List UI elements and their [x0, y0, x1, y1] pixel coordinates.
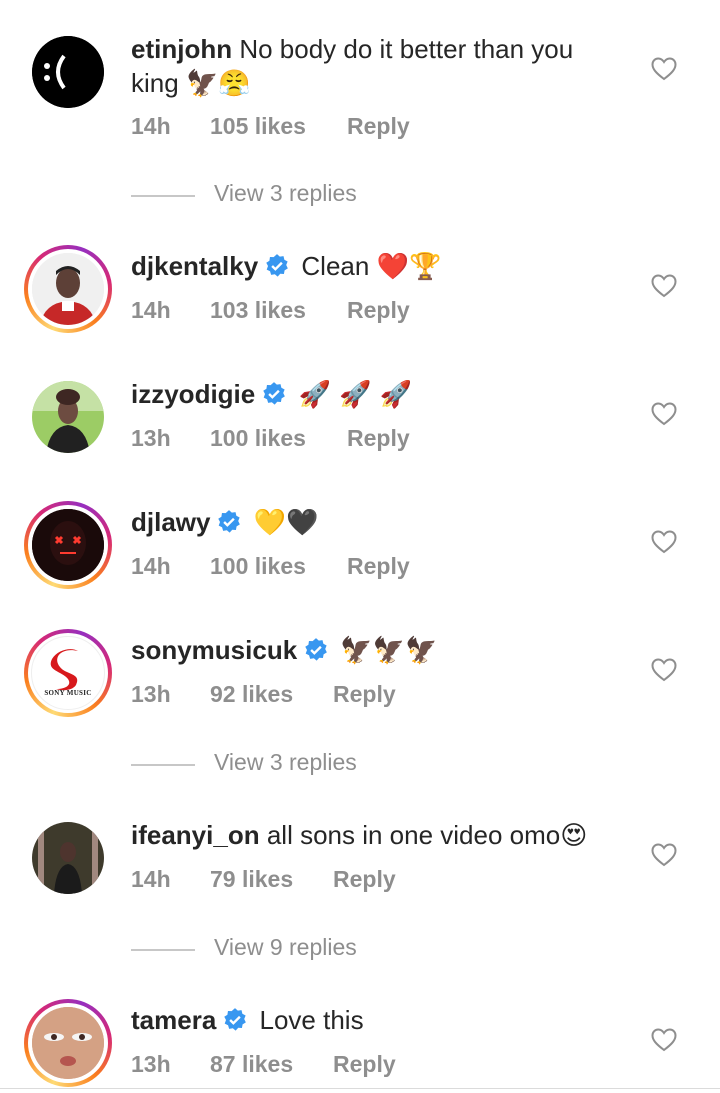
replies-divider [131, 195, 195, 197]
username[interactable]: ifeanyi_on [131, 820, 260, 850]
view-replies-label[interactable]: View 3 replies [214, 180, 357, 207]
verified-badge-icon [305, 638, 328, 661]
username[interactable]: djlawy [131, 507, 210, 537]
likes-count[interactable]: 92 likes [210, 681, 293, 708]
username[interactable]: sonymusicuk [131, 635, 297, 665]
view-replies-button[interactable]: View 3 replies [131, 747, 431, 781]
heart-icon[interactable] [651, 57, 677, 81]
avatar[interactable] [24, 999, 112, 1087]
likes-count[interactable]: 100 likes [210, 425, 306, 452]
avatar[interactable] [24, 28, 112, 116]
heart-icon[interactable] [651, 402, 677, 426]
reply-button[interactable]: Reply [347, 297, 410, 324]
comment-body: Clean [301, 251, 370, 281]
comment-text: etinjohn No body do it better than you k… [131, 32, 631, 101]
timestamp: 14h [131, 297, 171, 323]
likes-count[interactable]: 100 likes [210, 553, 306, 580]
avatar[interactable] [24, 373, 112, 461]
comment-emoji: 💛🖤 [253, 508, 319, 538]
likes-count[interactable]: 87 likes [210, 1051, 293, 1078]
person-avatar-icon [32, 381, 104, 453]
comment-emoji: 🦅🦅🦅 [340, 636, 438, 666]
avatar[interactable] [24, 814, 112, 902]
timestamp: 14h [131, 866, 171, 892]
bottom-divider [0, 1088, 720, 1089]
username[interactable]: tamera [131, 1005, 216, 1035]
person-avatar-icon [32, 822, 104, 894]
comment-body: all sons in one video omo [266, 820, 561, 850]
comment-text: ifeanyi_on all sons in one video omo😍 [131, 818, 651, 853]
username[interactable]: djkentalky [131, 251, 258, 281]
comment-text: tamera Love this [131, 1003, 631, 1037]
comment-emoji: 😍 [560, 821, 588, 851]
person-avatar-icon [32, 253, 104, 325]
likes-count[interactable]: 79 likes [210, 866, 293, 893]
avatar-image [32, 1007, 104, 1079]
avatar-image [32, 509, 104, 581]
view-replies-button[interactable]: View 9 replies [131, 932, 431, 966]
avatar[interactable] [24, 245, 112, 333]
username[interactable]: etinjohn [131, 34, 232, 64]
reply-button[interactable]: Reply [333, 1051, 396, 1078]
avatar-image [32, 36, 104, 108]
avatar-image: SONY MUSIC [31, 636, 105, 710]
username[interactable]: izzyodigie [131, 379, 255, 409]
view-replies-button[interactable]: View 3 replies [131, 178, 431, 212]
timestamp: 14h [131, 113, 171, 139]
comment-emoji: 🚀 🚀 🚀 [298, 380, 413, 410]
avatar-image [32, 822, 104, 894]
avatar[interactable] [24, 501, 112, 589]
sad-face-avatar-icon [32, 36, 104, 108]
view-replies-label[interactable]: View 9 replies [214, 934, 357, 961]
reply-button[interactable]: Reply [347, 425, 410, 452]
person-avatar-icon [32, 1007, 104, 1079]
view-replies-label[interactable]: View 3 replies [214, 749, 357, 776]
timestamp: 13h [131, 425, 171, 451]
comment-text: djlawy 💛🖤 [131, 505, 631, 540]
replies-divider [131, 949, 195, 951]
reply-button[interactable]: Reply [347, 553, 410, 580]
heart-icon[interactable] [651, 274, 677, 298]
heart-icon[interactable] [651, 843, 677, 867]
masked-person-avatar-icon [32, 509, 104, 581]
sony-music-logo-text: SONY MUSIC [44, 689, 92, 697]
verified-badge-icon [224, 1008, 247, 1031]
replies-divider [131, 764, 195, 766]
comment-emoji: ❤️🏆 [376, 252, 442, 282]
timestamp: 14h [131, 553, 171, 579]
verified-badge-icon [266, 254, 289, 277]
comment-text: djkentalky Clean ❤️🏆 [131, 249, 631, 284]
verified-badge-icon [263, 382, 286, 405]
story-ring: SONY MUSIC [24, 629, 112, 717]
story-ring [24, 245, 112, 333]
likes-count[interactable]: 105 likes [210, 113, 306, 140]
likes-count[interactable]: 103 likes [210, 297, 306, 324]
story-ring [24, 999, 112, 1087]
reply-button[interactable]: Reply [333, 866, 396, 893]
comment-emoji: 🦅😤 [185, 69, 251, 99]
comment-text: izzyodigie 🚀 🚀 🚀 [131, 377, 631, 412]
comment-text: sonymusicuk 🦅🦅🦅 [131, 633, 631, 668]
comment-body: No body do it better than you [239, 34, 574, 64]
reply-button[interactable]: Reply [333, 681, 396, 708]
timestamp: 13h [131, 1051, 171, 1077]
verified-badge-icon [218, 510, 241, 533]
comment-body-line2: king [131, 68, 179, 98]
story-ring [24, 501, 112, 589]
avatar-image [32, 381, 104, 453]
reply-button[interactable]: Reply [347, 113, 410, 140]
avatar-image [32, 253, 104, 325]
avatar[interactable]: SONY MUSIC [24, 629, 112, 717]
timestamp: 13h [131, 681, 171, 707]
heart-icon[interactable] [651, 658, 677, 682]
sony-music-logo-icon [50, 649, 78, 691]
comment-body: Love this [259, 1005, 364, 1035]
heart-icon[interactable] [651, 1028, 677, 1052]
heart-icon[interactable] [651, 530, 677, 554]
